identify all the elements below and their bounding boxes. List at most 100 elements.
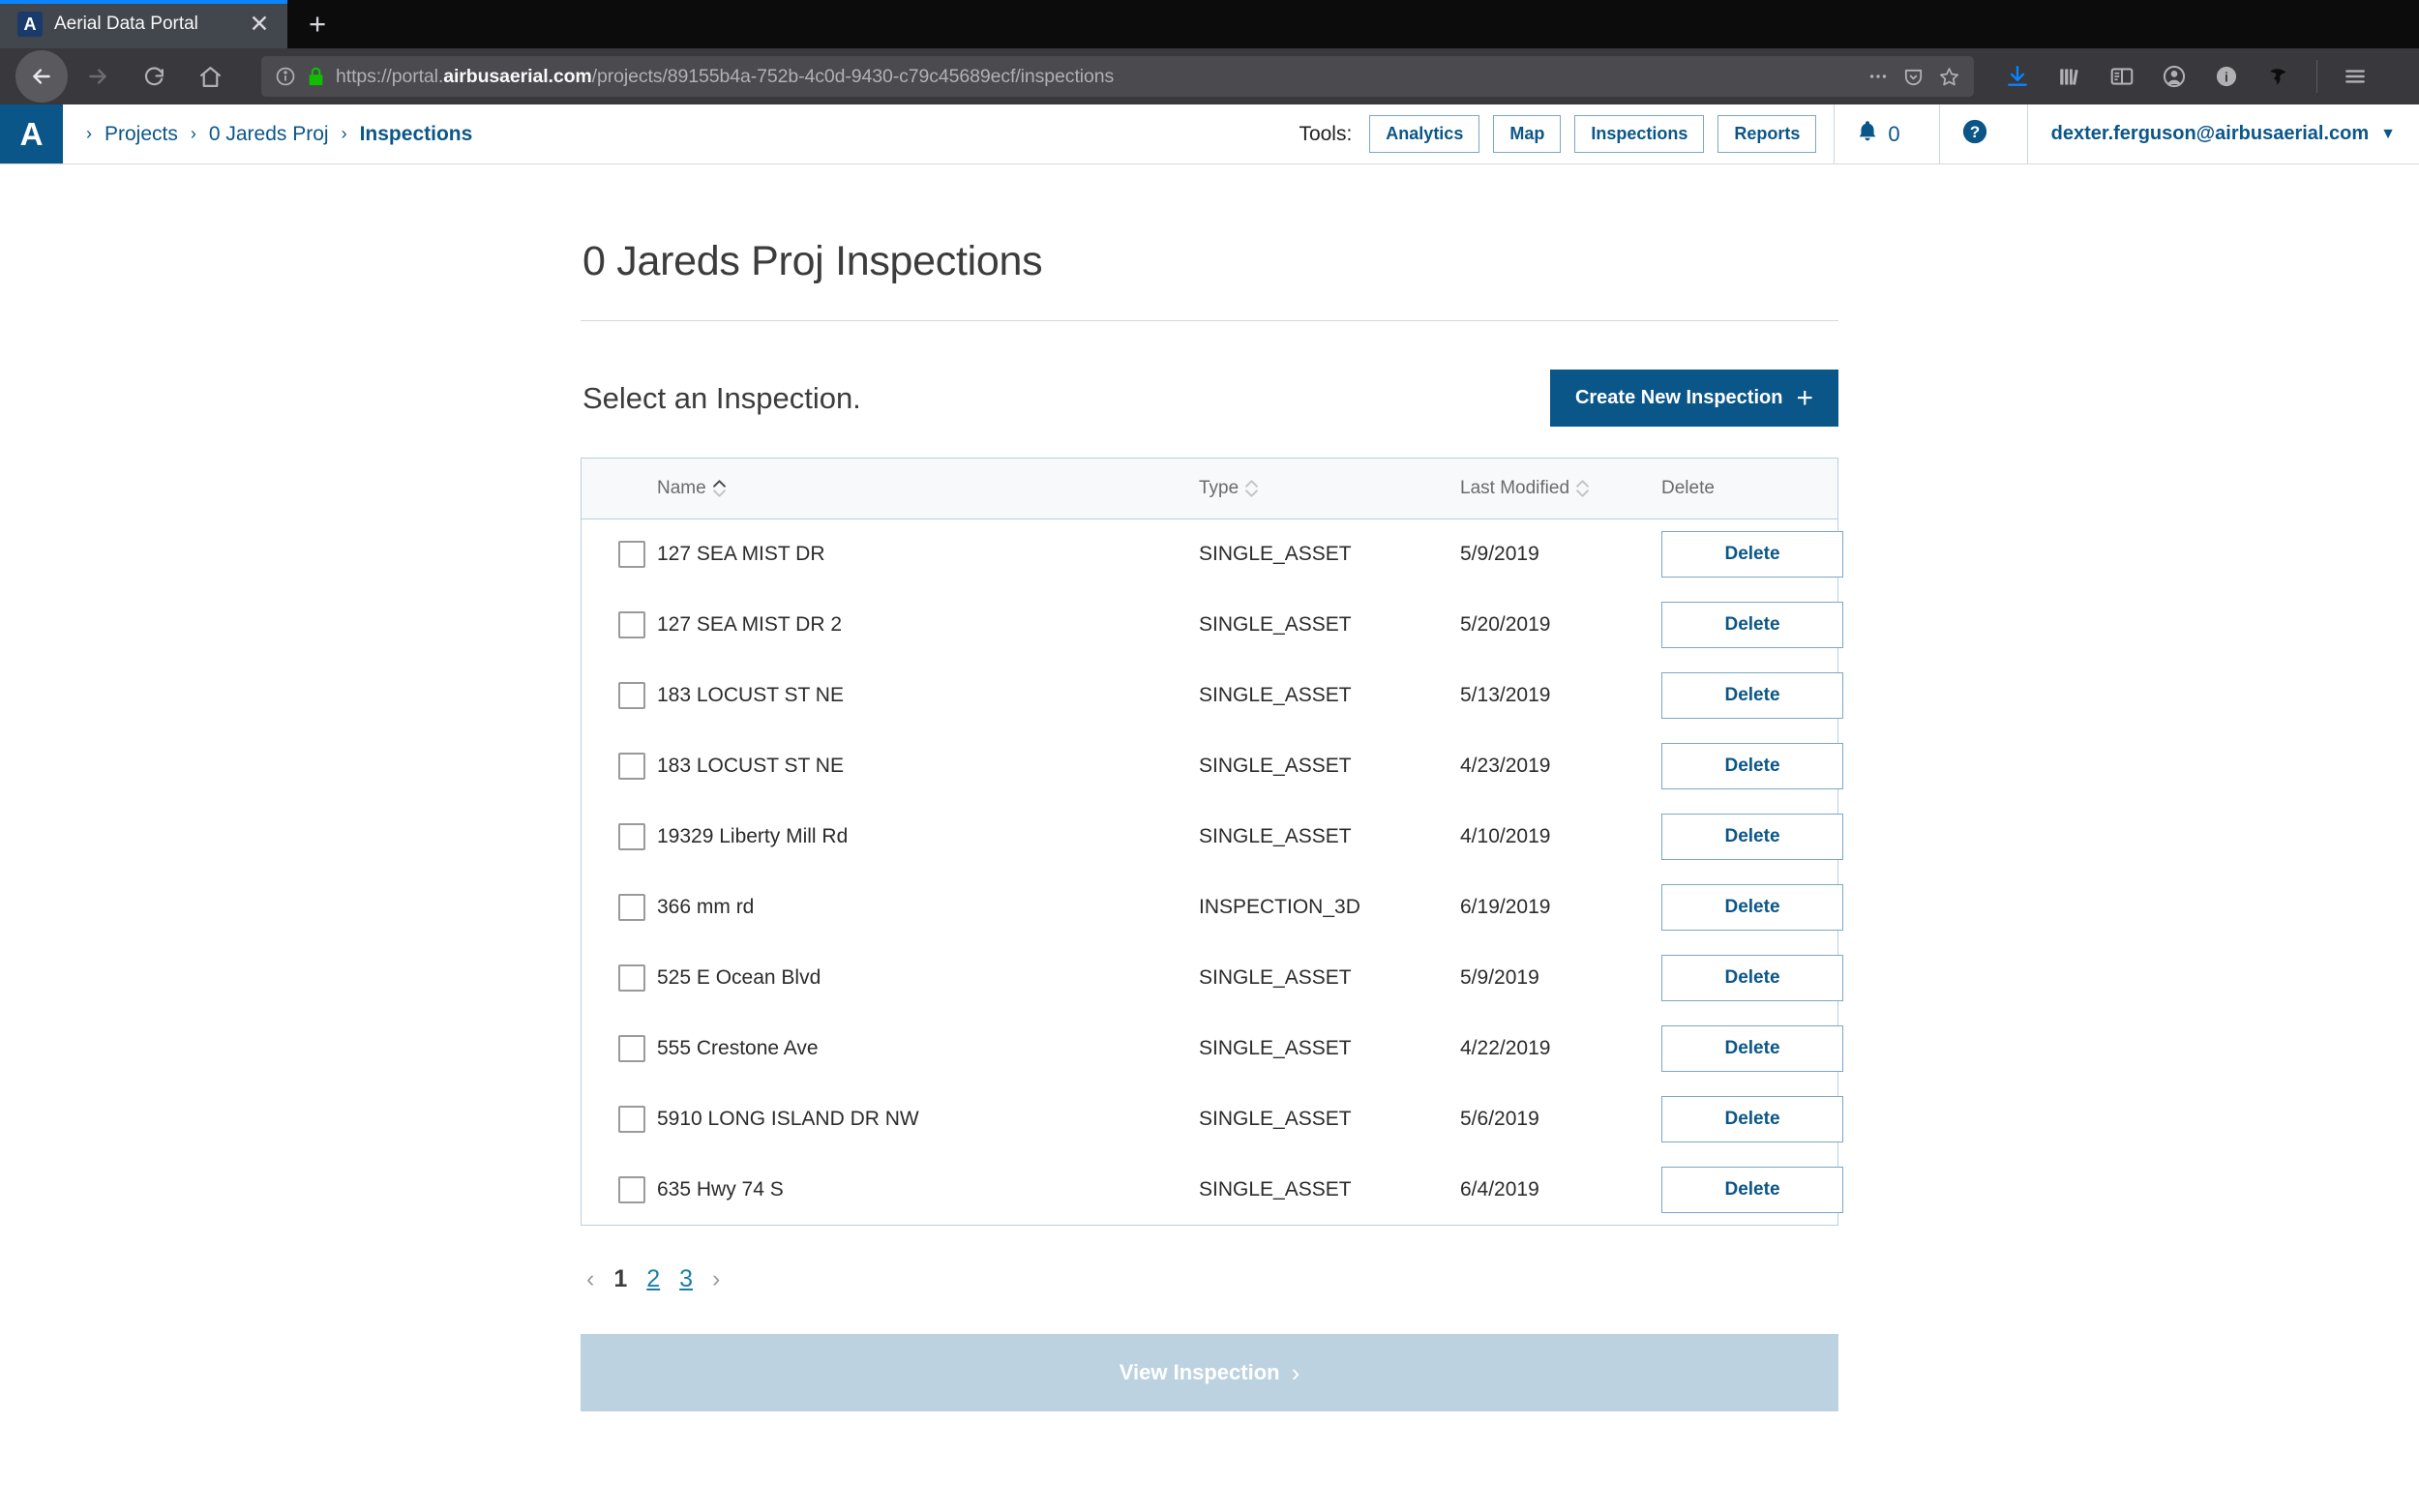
delete-button[interactable]: Delete — [1661, 813, 1843, 860]
sort-icon-type[interactable] — [1245, 480, 1259, 497]
row-checkbox[interactable] — [618, 1105, 645, 1133]
delete-button[interactable]: Delete — [1661, 1166, 1843, 1213]
page-info-icon[interactable] — [275, 66, 296, 87]
address-bar[interactable]: https://portal.airbusaerial.com/projects… — [261, 56, 1974, 97]
row-checkbox[interactable] — [618, 1034, 645, 1062]
row-delete-cell: Delete — [1661, 730, 1843, 801]
tool-button-inspections[interactable]: Inspections — [1574, 115, 1705, 153]
delete-button[interactable]: Delete — [1661, 883, 1843, 931]
table-row[interactable]: 19329 Liberty Mill Rd SINGLE_ASSET 4/10/20… — [582, 801, 1843, 872]
table-row[interactable]: 555 Crestone Ave SINGLE_ASSET 4/22/2019 Del… — [582, 1013, 1843, 1083]
breadcrumb-item-inspections: Inspections — [359, 122, 473, 145]
row-checkbox[interactable] — [618, 610, 645, 638]
table-row[interactable]: 366 mm rd INSPECTION_3D 6/19/2019 Delete — [582, 872, 1843, 942]
library-icon[interactable] — [2047, 54, 2092, 99]
delete-button[interactable]: Delete — [1661, 530, 1843, 578]
pagination-prev-icon[interactable]: ‹ — [586, 1267, 594, 1291]
row-select-cell — [582, 942, 657, 1013]
row-select-cell — [582, 1154, 657, 1225]
row-checkbox[interactable] — [618, 822, 645, 850]
sync-info-icon[interactable]: i — [2204, 54, 2249, 99]
user-menu[interactable]: dexter.ferguson@airbusaerial.com ▼ — [2028, 104, 2419, 163]
help-button[interactable]: ? — [1940, 104, 2010, 163]
pagination-page-3[interactable]: 3 — [679, 1267, 693, 1291]
delete-button[interactable]: Delete — [1661, 671, 1843, 719]
row-checkbox[interactable] — [618, 681, 645, 709]
notification-count: 0 — [1888, 121, 1900, 146]
create-new-inspection-button[interactable]: Create New Inspection + — [1549, 370, 1838, 427]
table-row[interactable]: 183 LOCUST ST NE SINGLE_ASSET 5/13/2019 Del… — [582, 660, 1843, 730]
sort-icon-last-modified[interactable] — [1576, 480, 1589, 497]
column-header-last-modified[interactable]: Last Modified — [1460, 459, 1661, 519]
bookmark-star-icon[interactable] — [1938, 66, 1960, 88]
row-type-cell: SINGLE_ASSET — [1199, 1177, 1352, 1201]
row-modified-cell: 6/4/2019 — [1460, 1177, 1539, 1201]
delete-button[interactable]: Delete — [1661, 1095, 1843, 1142]
table-row[interactable]: 635 Hwy 74 S SINGLE_ASSET 6/4/2019 Delete — [582, 1154, 1843, 1225]
hamburger-menu-icon[interactable] — [2333, 54, 2377, 99]
browser-toolbar-icons: i — [1995, 54, 2377, 99]
row-name-cell: 555 Crestone Ave — [657, 1036, 819, 1059]
pagination-page-2[interactable]: 2 — [646, 1267, 660, 1291]
sidebar-icon[interactable] — [2100, 54, 2144, 99]
row-name-cell: 127 SEA MIST DR — [657, 542, 825, 565]
row-delete-cell: Delete — [1661, 942, 1843, 1013]
table-row[interactable]: 525 E Ocean Blvd SINGLE_ASSET 5/9/2019 Dele… — [582, 942, 1843, 1013]
row-modified-cell: 4/22/2019 — [1460, 1036, 1551, 1059]
delete-button[interactable]: Delete — [1661, 742, 1843, 789]
row-name-cell: 127 SEA MIST DR 2 — [657, 612, 843, 636]
row-checkbox[interactable] — [618, 752, 645, 780]
pagination-next-icon[interactable]: › — [712, 1267, 720, 1291]
ninja-extension-icon[interactable] — [2256, 54, 2301, 99]
view-inspection-button[interactable]: View Inspection › — [581, 1334, 1838, 1411]
row-checkbox[interactable] — [618, 540, 645, 568]
browser-tab-active[interactable]: A Aerial Data Portal ✕ — [0, 0, 287, 48]
home-button-icon[interactable] — [184, 50, 236, 103]
row-checkbox[interactable] — [618, 1175, 645, 1203]
pagination: ‹ 1 2 3 › — [581, 1226, 1838, 1291]
url-text: https://portal.airbusaerial.com/projects… — [336, 65, 1115, 87]
breadcrumb-item-project[interactable]: 0 Jareds Proj — [209, 123, 329, 146]
reload-button-icon[interactable] — [128, 50, 180, 103]
bell-icon — [1856, 119, 1879, 149]
table-row[interactable]: 127 SEA MIST DR 2 SINGLE_ASSET 5/20/2019 De… — [582, 589, 1843, 660]
notifications-button[interactable]: 0 — [1835, 104, 1921, 163]
user-email: dexter.ferguson@airbusaerial.com — [2050, 123, 2370, 144]
row-delete-cell: Delete — [1661, 801, 1843, 872]
table-header-row: Name Type Last Modified Delete — [582, 459, 1837, 519]
row-type-cell: INSPECTION_3D — [1199, 895, 1360, 918]
delete-button[interactable]: Delete — [1661, 1024, 1843, 1072]
table-row[interactable]: 183 LOCUST ST NE SINGLE_ASSET 4/23/2019 Del… — [582, 730, 1843, 801]
row-type-cell: SINGLE_ASSET — [1199, 1107, 1352, 1130]
account-icon[interactable] — [2152, 54, 2196, 99]
navigation-toolbar: https://portal.airbusaerial.com/projects… — [0, 48, 2419, 104]
back-button-icon[interactable] — [15, 50, 68, 103]
tool-button-map[interactable]: Map — [1493, 115, 1562, 153]
column-header-type[interactable]: Type — [1199, 459, 1460, 519]
breadcrumb-item-projects[interactable]: Projects — [105, 123, 178, 146]
tool-button-analytics[interactable]: Analytics — [1369, 115, 1480, 153]
table-row[interactable]: 5910 LONG ISLAND DR NW SINGLE_ASSET 5/6/20… — [582, 1083, 1843, 1154]
column-header-name[interactable]: Name — [657, 459, 1199, 519]
close-icon[interactable]: ✕ — [245, 12, 274, 37]
column-header-select — [582, 459, 657, 519]
favicon-icon: A — [17, 12, 43, 37]
page-actions-icon[interactable] — [1867, 66, 1889, 87]
row-checkbox[interactable] — [618, 893, 645, 921]
row-select-cell — [582, 1013, 657, 1083]
forward-button-icon[interactable] — [72, 50, 124, 103]
table-row[interactable]: 127 SEA MIST DR SINGLE_ASSET 5/9/2019 Delet… — [582, 519, 1843, 589]
download-icon[interactable] — [1995, 54, 2040, 99]
sort-icon-name[interactable] — [712, 480, 726, 497]
row-checkbox[interactable] — [618, 964, 645, 992]
airbus-logo-icon[interactable]: A — [0, 104, 63, 163]
tool-button-reports[interactable]: Reports — [1717, 115, 1817, 153]
delete-button[interactable]: Delete — [1661, 601, 1843, 648]
new-tab-button[interactable]: + — [287, 0, 347, 48]
row-name-cell: 525 E Ocean Blvd — [657, 965, 821, 989]
chevron-down-icon: ▼ — [2380, 125, 2396, 142]
pagination-page-1[interactable]: 1 — [613, 1267, 627, 1291]
delete-button[interactable]: Delete — [1661, 954, 1843, 1001]
pocket-save-icon[interactable] — [1902, 66, 1925, 88]
row-delete-cell: Delete — [1661, 519, 1843, 589]
